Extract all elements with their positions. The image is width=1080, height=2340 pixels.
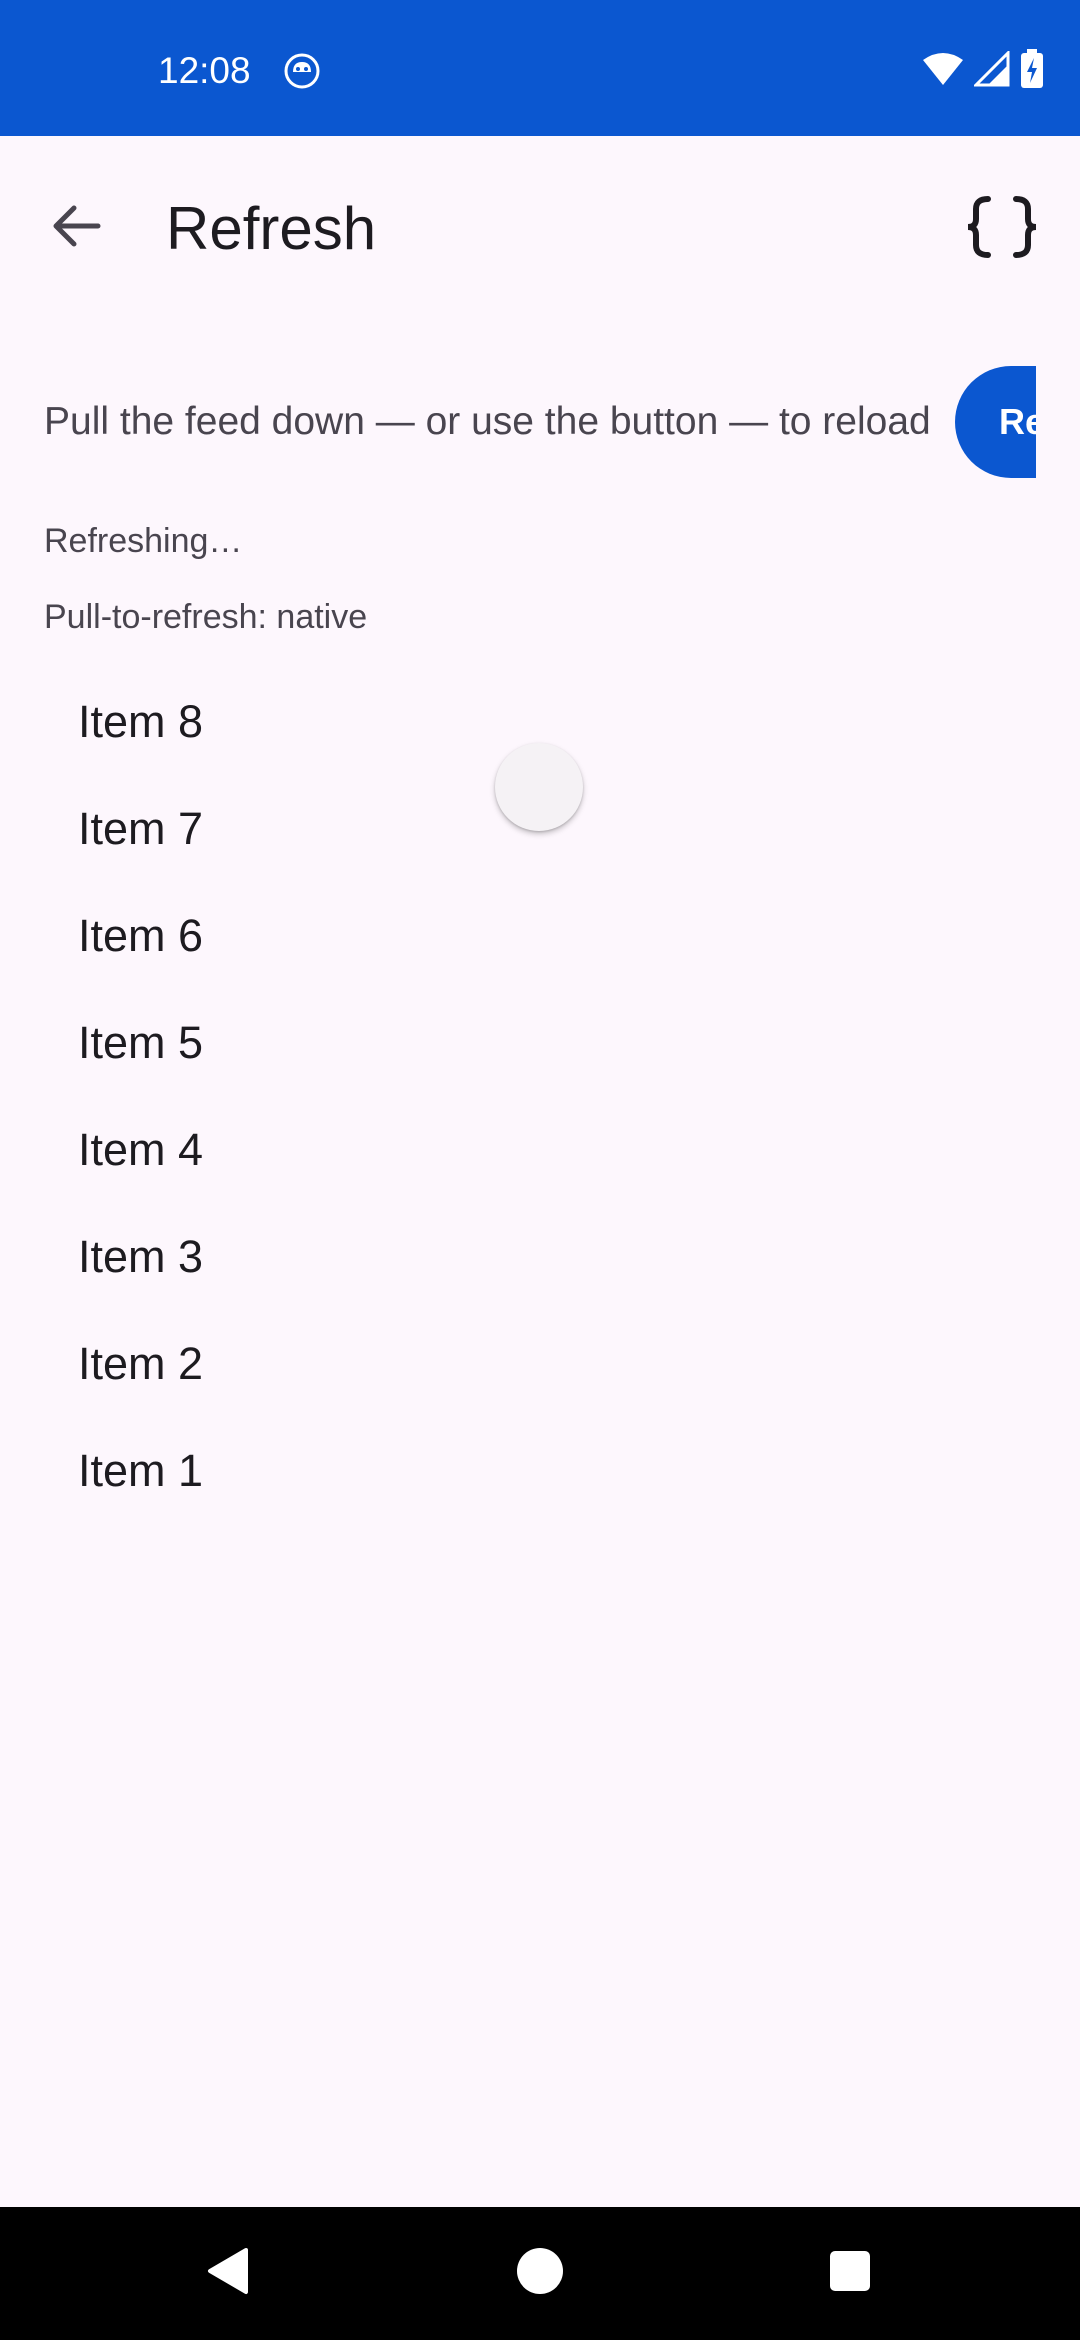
- system-nav-bar: [0, 2207, 1080, 2340]
- screen: 12:08 Refresh Pull the feed down — or us…: [0, 0, 1080, 2340]
- nav-recents-button[interactable]: [804, 2227, 896, 2319]
- instructions-text: Pull the feed down — or use the button —…: [44, 400, 931, 443]
- list-item[interactable]: Item 3: [0, 1203, 1080, 1310]
- nav-back-button[interactable]: [182, 2227, 274, 2319]
- list-item[interactable]: Item 6: [0, 882, 1080, 989]
- instructions-row: Pull the feed down — or use the button —…: [0, 366, 1080, 478]
- status-bar: 12:08: [0, 0, 1080, 136]
- arrow-back-icon: [50, 204, 102, 253]
- list-item[interactable]: Item 2: [0, 1310, 1080, 1417]
- refresh-mode-text: Pull-to-refresh: native: [44, 598, 368, 636]
- status-time: 12:08: [158, 50, 251, 91]
- list-item[interactable]: Item 4: [0, 1096, 1080, 1203]
- battery-charging-icon: [1020, 48, 1044, 94]
- list-item[interactable]: Item 1: [0, 1417, 1080, 1524]
- pull-refresh-indicator: [495, 743, 583, 831]
- back-triangle-icon: [204, 2246, 252, 2301]
- wifi-icon: [922, 52, 964, 91]
- top-app-bar: Refresh: [0, 136, 1080, 316]
- back-button[interactable]: [44, 196, 108, 260]
- recents-square-icon: [828, 2249, 872, 2298]
- notification-icon: [283, 52, 321, 90]
- status-icons: [922, 48, 1044, 94]
- refresh-status-text: Refreshing…: [44, 522, 243, 560]
- cellular-signal-icon: [972, 48, 1010, 92]
- edge-clip: [1036, 350, 1080, 500]
- home-circle-icon: [515, 2246, 565, 2301]
- code-braces-icon: [962, 195, 1042, 264]
- code-view-button[interactable]: [960, 192, 1044, 266]
- page-title: Refresh: [166, 195, 377, 262]
- nav-home-button[interactable]: [494, 2227, 586, 2319]
- list-item[interactable]: Item 5: [0, 989, 1080, 1096]
